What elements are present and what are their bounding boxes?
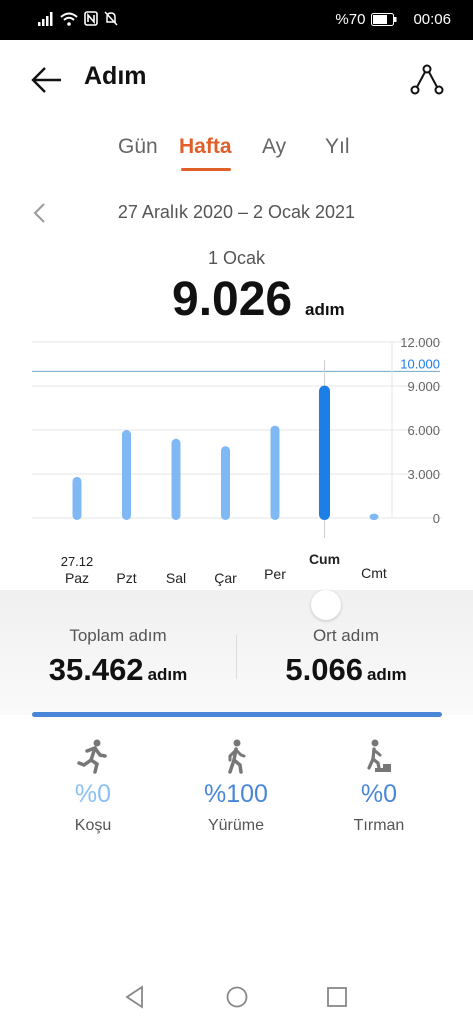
chart-bar [122,430,131,520]
tab-day[interactable]: Gün [118,135,158,159]
running-percent: %0 [74,780,112,808]
total-steps-value: 35.462 [48,652,144,687]
nfc-icon [84,11,98,26]
activity-walking: %100 Yürüme [161,738,311,835]
running-icon [77,739,107,774]
active-tab-indicator [181,168,231,171]
x-tick-label: Çar [214,570,237,586]
chart-bar [319,385,330,520]
chart-bar [270,425,280,520]
mute-notification-icon [104,11,118,26]
x-tick-label: Cum [309,551,340,567]
total-steps-label: Toplam adım [69,626,167,645]
battery-icon [371,13,397,26]
weekly-steps-chart[interactable]: 12.000 9.000 6.000 3.000 0 10.000 Paz Pzt Sal Çar… [0,330,473,600]
x-tick-label: Per [264,566,286,582]
chart-slider-handle[interactable] [311,590,341,620]
tab-week[interactable]: Hafta [179,135,232,159]
average-steps-unit: adım [366,665,407,684]
walking-label: Yürüme [207,817,265,834]
route-icon [410,64,444,95]
back-button[interactable] [28,60,68,100]
activity-climbing: %0 Tırman [304,738,454,835]
signal-icon [38,11,53,26]
activity-running: %0 Koşu [18,738,168,835]
first-date-label: 27.12 [61,554,94,569]
selected-date: 1 Ocak [207,248,266,268]
back-arrow-icon [31,67,61,93]
selected-step-unit: adım [305,300,345,319]
climbing-label: Tırman [353,817,405,834]
y-tick-label: 0 [433,511,440,526]
date-range-label: 27 Aralık 2020 – 2 Ocak 2021 [117,202,356,222]
climbing-icon [365,739,391,772]
y-tick-label: 12.000 [400,335,440,350]
page-title: Adım [84,62,147,90]
summary-panel: Toplam adım 35.462 adım Ort adım 5.066 adı… [0,590,473,715]
climbing-percent: %0 [360,780,398,808]
x-tick-label: Paz [65,570,89,586]
running-label: Koşu [74,817,112,834]
x-tick-label: Pzt [116,570,136,586]
chart-bar [369,513,379,520]
clock: 00:06 [413,11,451,28]
tab-year[interactable]: Yıl [325,135,350,159]
y-tick-label: 3.000 [407,467,440,482]
x-tick-label: Cmt [361,565,387,581]
chart-bar [171,438,181,520]
average-steps-label: Ort adım [312,626,380,645]
status-bar: %70 00:06 [0,0,473,40]
chart-bar [221,446,230,520]
nav-home-icon[interactable] [224,984,250,1010]
y-tick-label: 6.000 [407,423,440,438]
total-steps-unit: adım [147,665,188,684]
activity-progress-bar [32,712,442,717]
period-tabs: Gün Hafta Ay Yıl [0,135,473,175]
goal-label: 10.000 [400,356,440,371]
chart-bar [72,476,82,520]
tab-month[interactable]: Ay [262,135,286,159]
battery-percent: %70 [335,11,366,28]
nav-recents-icon[interactable] [324,984,350,1010]
average-steps-value: 5.066 [285,652,363,687]
route-button[interactable] [407,60,447,100]
selected-step-count: 9.026 [172,273,293,326]
wifi-icon [60,12,78,26]
total-steps-stat: Toplam adım 35.462 adım [0,626,236,688]
walking-percent: %100 [204,780,268,808]
walking-icon [228,739,246,774]
system-nav-bar [0,970,473,1024]
app-header: Adım [0,40,473,116]
x-tick-label: Sal [166,570,186,586]
nav-back-icon[interactable] [122,984,148,1010]
y-tick-label: 9.000 [407,379,440,394]
average-steps-stat: Ort adım 5.066 adım [228,626,464,688]
